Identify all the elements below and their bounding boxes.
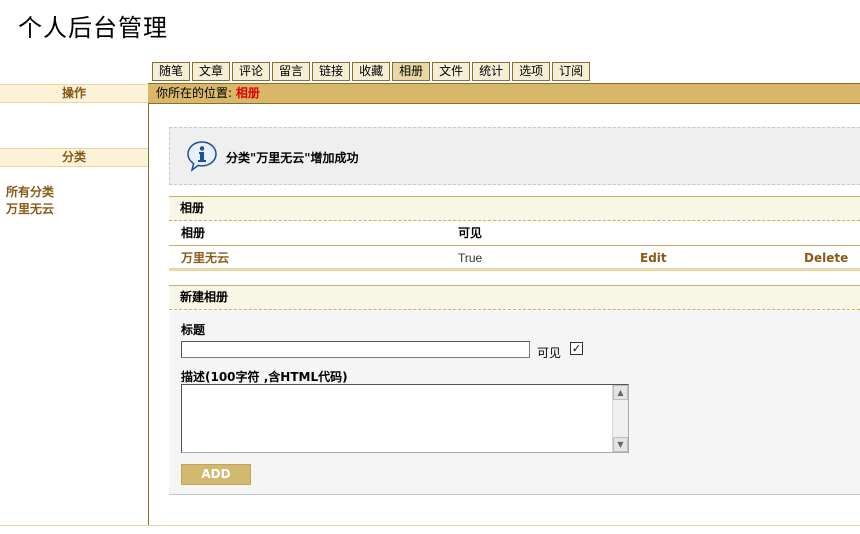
add-button[interactable]: ADD <box>181 464 251 485</box>
column-header-album: 相册 <box>181 226 206 240</box>
tab-albums[interactable]: 相册 <box>392 62 431 81</box>
tab-subscriptions[interactable]: 订阅 <box>552 62 591 81</box>
tab-essays[interactable]: 随笔 <box>152 62 191 81</box>
albums-table-header: 相册 可见 <box>169 222 860 246</box>
footer-divider <box>0 525 860 526</box>
delete-link[interactable]: Delete <box>804 247 848 269</box>
tab-articles[interactable]: 文章 <box>192 62 231 81</box>
sidebar-categories-heading: 分类 <box>0 148 148 167</box>
page-title: 个人后台管理 <box>18 14 168 42</box>
visible-checkbox[interactable]: ✓ <box>570 342 583 355</box>
title-input[interactable] <box>181 341 530 358</box>
breadcrumb: 你所在的位置: 相册 <box>148 83 860 104</box>
album-name-link[interactable]: 万里无云 <box>181 247 229 269</box>
description-scrollbar[interactable]: ▲ ▼ <box>612 385 628 452</box>
tab-favorites[interactable]: 收藏 <box>352 62 391 81</box>
sidebar-divider <box>148 84 149 526</box>
tab-files[interactable]: 文件 <box>432 62 471 81</box>
sidebar-link-category[interactable]: 万里无云 <box>6 200 54 217</box>
edit-link[interactable]: Edit <box>640 247 667 269</box>
sidebar-link-all-categories[interactable]: 所有分类 <box>6 183 54 200</box>
tab-statistics[interactable]: 统计 <box>472 62 511 81</box>
success-message: 分类"万里无云"增加成功 <box>169 127 860 185</box>
tab-guestbook[interactable]: 留言 <box>272 62 311 81</box>
new-album-section-heading: 新建相册 <box>169 285 860 310</box>
tab-comments[interactable]: 评论 <box>232 62 271 81</box>
albums-section-heading: 相册 <box>169 196 860 221</box>
table-row: 万里无云 True Edit Delete <box>169 247 860 271</box>
title-label: 标题 <box>181 323 206 337</box>
scroll-up-icon[interactable]: ▲ <box>613 385 628 400</box>
new-album-form: 标题 可见 ✓ 描述(100字符 ,含HTML代码) ▲ ▼ ADD <box>169 311 860 495</box>
visible-label: 可见 <box>537 346 562 360</box>
breadcrumb-current: 相册 <box>235 86 260 100</box>
sidebar-operations-heading: 操作 <box>0 84 148 103</box>
description-textarea[interactable]: ▲ ▼ <box>181 384 629 453</box>
tab-options[interactable]: 选项 <box>512 62 551 81</box>
tab-links[interactable]: 链接 <box>312 62 351 81</box>
breadcrumb-prefix: 你所在的位置: <box>156 86 233 100</box>
info-icon <box>187 141 217 172</box>
success-message-text: 分类"万里无云"增加成功 <box>226 151 359 165</box>
main-nav-tabs: 随笔 文章 评论 留言 链接 收藏 相册 文件 统计 选项 订阅 <box>152 62 592 82</box>
scroll-down-icon[interactable]: ▼ <box>613 437 628 452</box>
description-label: 描述(100字符 ,含HTML代码) <box>181 370 348 384</box>
album-visible-value: True <box>458 251 483 265</box>
column-header-visible: 可见 <box>458 226 483 240</box>
